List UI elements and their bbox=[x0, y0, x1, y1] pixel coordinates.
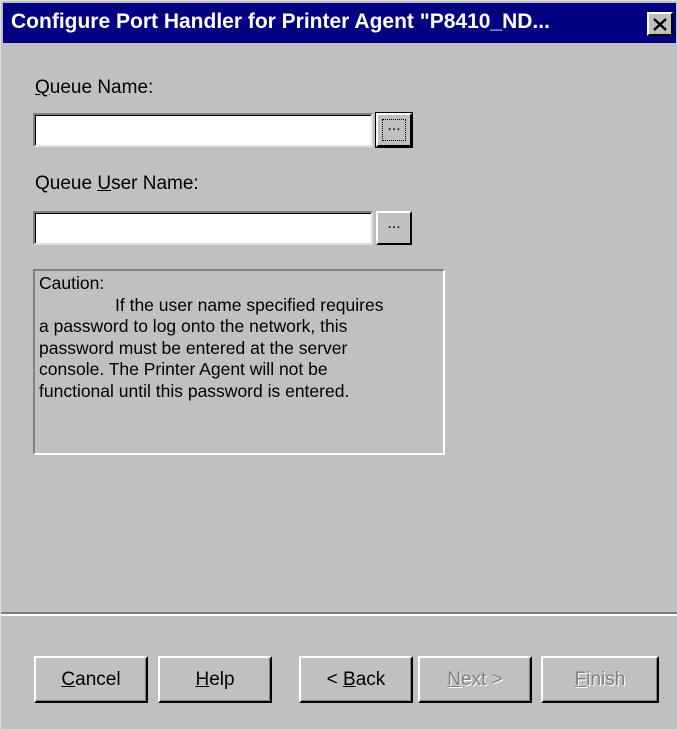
finish-button[interactable]: Finish bbox=[541, 656, 659, 703]
caution-line: If the user name specified requires bbox=[115, 294, 384, 315]
caution-heading: Caution: bbox=[39, 273, 105, 293]
title-bar[interactable]: Configure Port Handler for Printer Agent… bbox=[3, 3, 676, 43]
close-icon bbox=[653, 17, 667, 31]
close-button[interactable] bbox=[647, 12, 673, 36]
caution-line: password must be entered at the server bbox=[39, 337, 348, 358]
queue-user-name-browse-button[interactable]: ... bbox=[376, 211, 412, 245]
browse-button-label: ... bbox=[387, 215, 401, 232]
button-separator bbox=[1, 612, 677, 616]
queue-user-name-input[interactable] bbox=[33, 211, 373, 245]
queue-name-browse-button[interactable]: ... bbox=[376, 113, 412, 147]
caution-box: Caution: If the user name specified requ… bbox=[33, 269, 445, 455]
browse-button-label: ... bbox=[387, 117, 401, 134]
queue-name-label: Queue Name: bbox=[35, 77, 154, 98]
next-button[interactable]: Next > bbox=[418, 656, 532, 703]
queue-name-input[interactable] bbox=[33, 113, 373, 147]
help-button[interactable]: Help bbox=[158, 656, 272, 703]
window-title: Configure Port Handler for Printer Agent… bbox=[11, 10, 550, 33]
caution-line: console. The Printer Agent will not be bbox=[39, 359, 328, 379]
caution-line: functional until this password is entere… bbox=[39, 380, 350, 401]
cancel-button[interactable]: Cancel bbox=[34, 656, 148, 703]
caution-line: a password to log onto the network, this bbox=[39, 316, 348, 336]
back-button[interactable]: < Back bbox=[299, 656, 413, 703]
queue-user-name-label: Queue User Name: bbox=[35, 173, 199, 194]
configure-port-handler-dialog: Configure Port Handler for Printer Agent… bbox=[0, 0, 677, 729]
